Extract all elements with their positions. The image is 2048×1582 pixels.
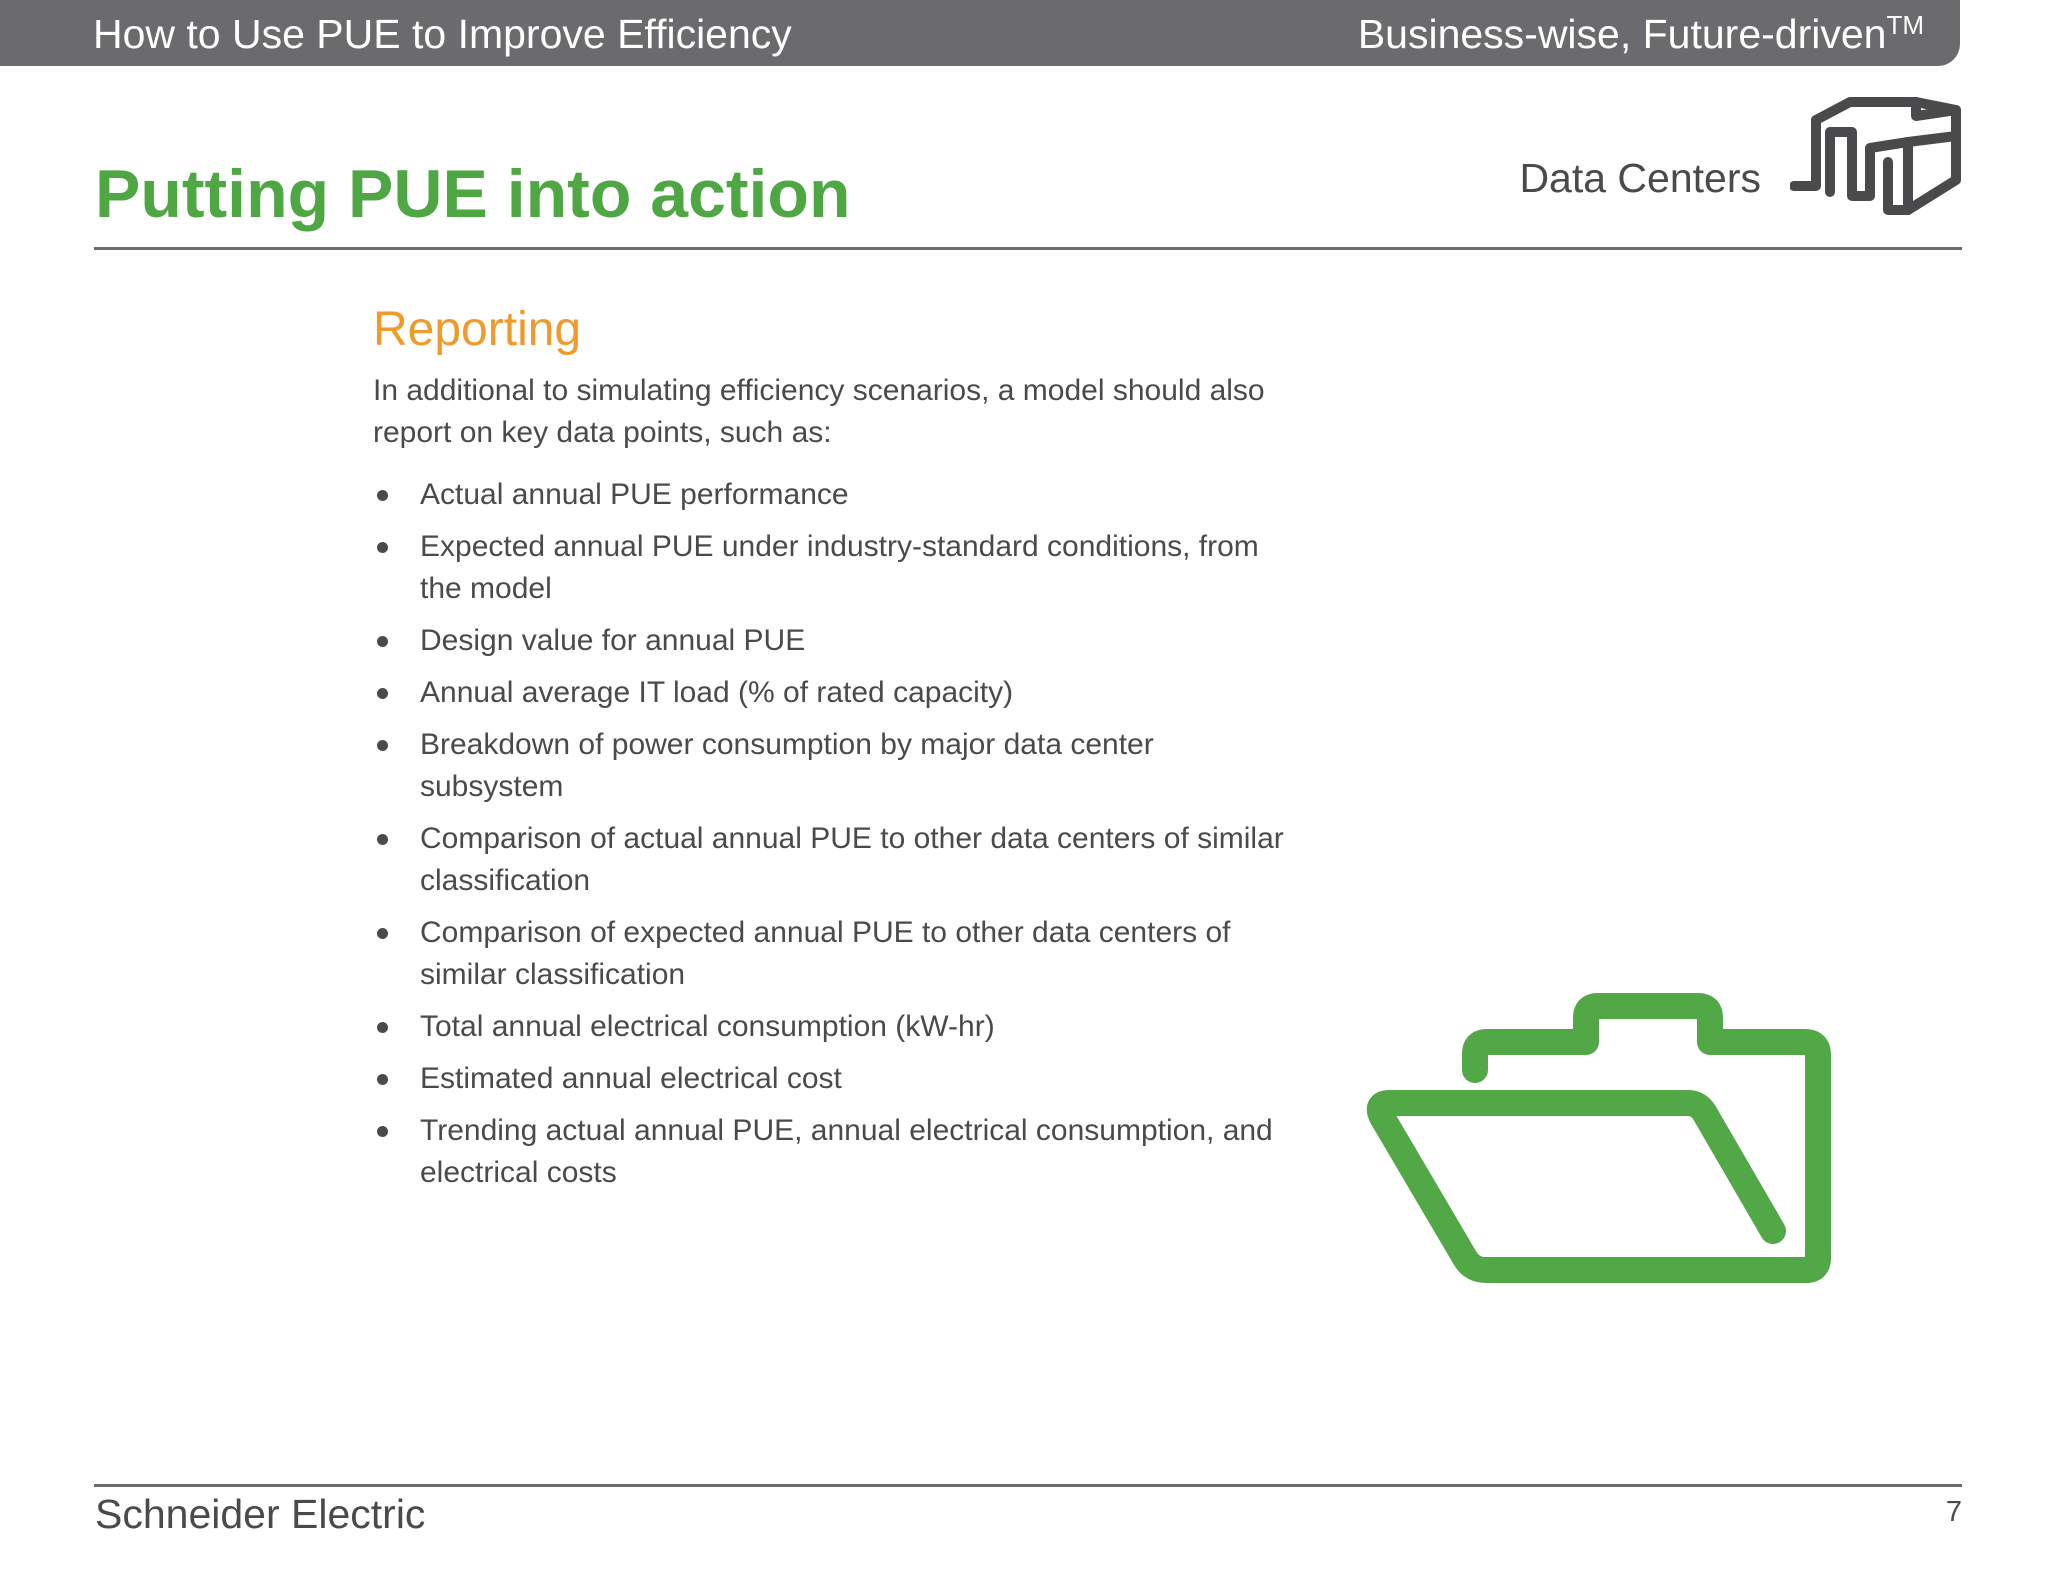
list-item: Estimated annual electrical cost	[373, 1058, 1303, 1100]
intro-paragraph: In additional to simulating efficiency s…	[373, 374, 1265, 449]
section-subhead: Reporting	[373, 303, 582, 356]
list-item-text: Expected annual PUE under industry-stand…	[420, 530, 1259, 605]
list-item: Total annual electrical consumption (kW-…	[373, 1006, 1303, 1048]
list-item-text: Total annual electrical consumption (kW-…	[420, 1010, 995, 1043]
list-item-text: Trending actual annual PUE, annual elect…	[420, 1114, 1273, 1189]
page-title: Putting PUE into action	[95, 156, 851, 232]
list-item: Comparison of expected annual PUE to oth…	[373, 912, 1303, 996]
list-item-text: Actual annual PUE performance	[420, 478, 849, 511]
tagline-text: Business-wise, Future-driven	[1357, 11, 1887, 57]
header-divider	[94, 247, 1962, 250]
list-item-text: Annual average IT load (% of rated capac…	[420, 676, 1014, 709]
page-number: 7	[1945, 1496, 1962, 1528]
trademark-mark: TM	[1886, 10, 1924, 40]
bullet-dot-icon	[377, 490, 388, 501]
list-item: Actual annual PUE performance	[373, 474, 1303, 516]
list-item-text: Estimated annual electrical cost	[420, 1062, 842, 1095]
list-item: Breakdown of power consumption by major …	[373, 724, 1303, 808]
section-label: Data Centers	[1519, 155, 1761, 201]
bullet-dot-icon	[377, 740, 388, 751]
list-item: Comparison of actual annual PUE to other…	[373, 818, 1303, 902]
bullet-list: Actual annual PUE performance Expected a…	[373, 474, 1303, 1194]
bullet-dot-icon	[377, 688, 388, 699]
bullet-dot-icon	[377, 636, 388, 647]
bullet-dot-icon	[377, 928, 388, 939]
tagline: Business-wise, Future-drivenTM	[1358, 8, 1924, 60]
bullet-dot-icon	[377, 542, 388, 553]
document-title: How to Use PUE to Improve Efficiency	[93, 11, 792, 57]
bullet-dot-icon	[377, 1126, 388, 1137]
list-item: Trending actual annual PUE, annual elect…	[373, 1110, 1303, 1194]
list-item-text: Comparison of expected annual PUE to oth…	[420, 916, 1231, 991]
bullet-dot-icon	[377, 1074, 388, 1085]
content-block: Reporting In additional to simulating ef…	[373, 300, 1303, 1204]
list-item: Design value for annual PUE	[373, 620, 1303, 662]
list-item-text: Breakdown of power consumption by major …	[420, 728, 1154, 803]
list-item-text: Design value for annual PUE	[420, 624, 806, 657]
footer-divider	[94, 1484, 1962, 1487]
bullet-dot-icon	[377, 834, 388, 845]
list-item: Expected annual PUE under industry-stand…	[373, 526, 1303, 610]
header-bar: How to Use PUE to Improve Efficiency Bus…	[0, 0, 1960, 66]
list-item: Annual average IT load (% of rated capac…	[373, 672, 1303, 714]
bullet-dot-icon	[377, 1022, 388, 1033]
list-item-text: Comparison of actual annual PUE to other…	[420, 822, 1284, 897]
footer-brand: Schneider Electric	[95, 1491, 426, 1537]
open-folder-icon	[1366, 993, 1831, 1283]
data-center-building-icon	[1790, 97, 1961, 215]
